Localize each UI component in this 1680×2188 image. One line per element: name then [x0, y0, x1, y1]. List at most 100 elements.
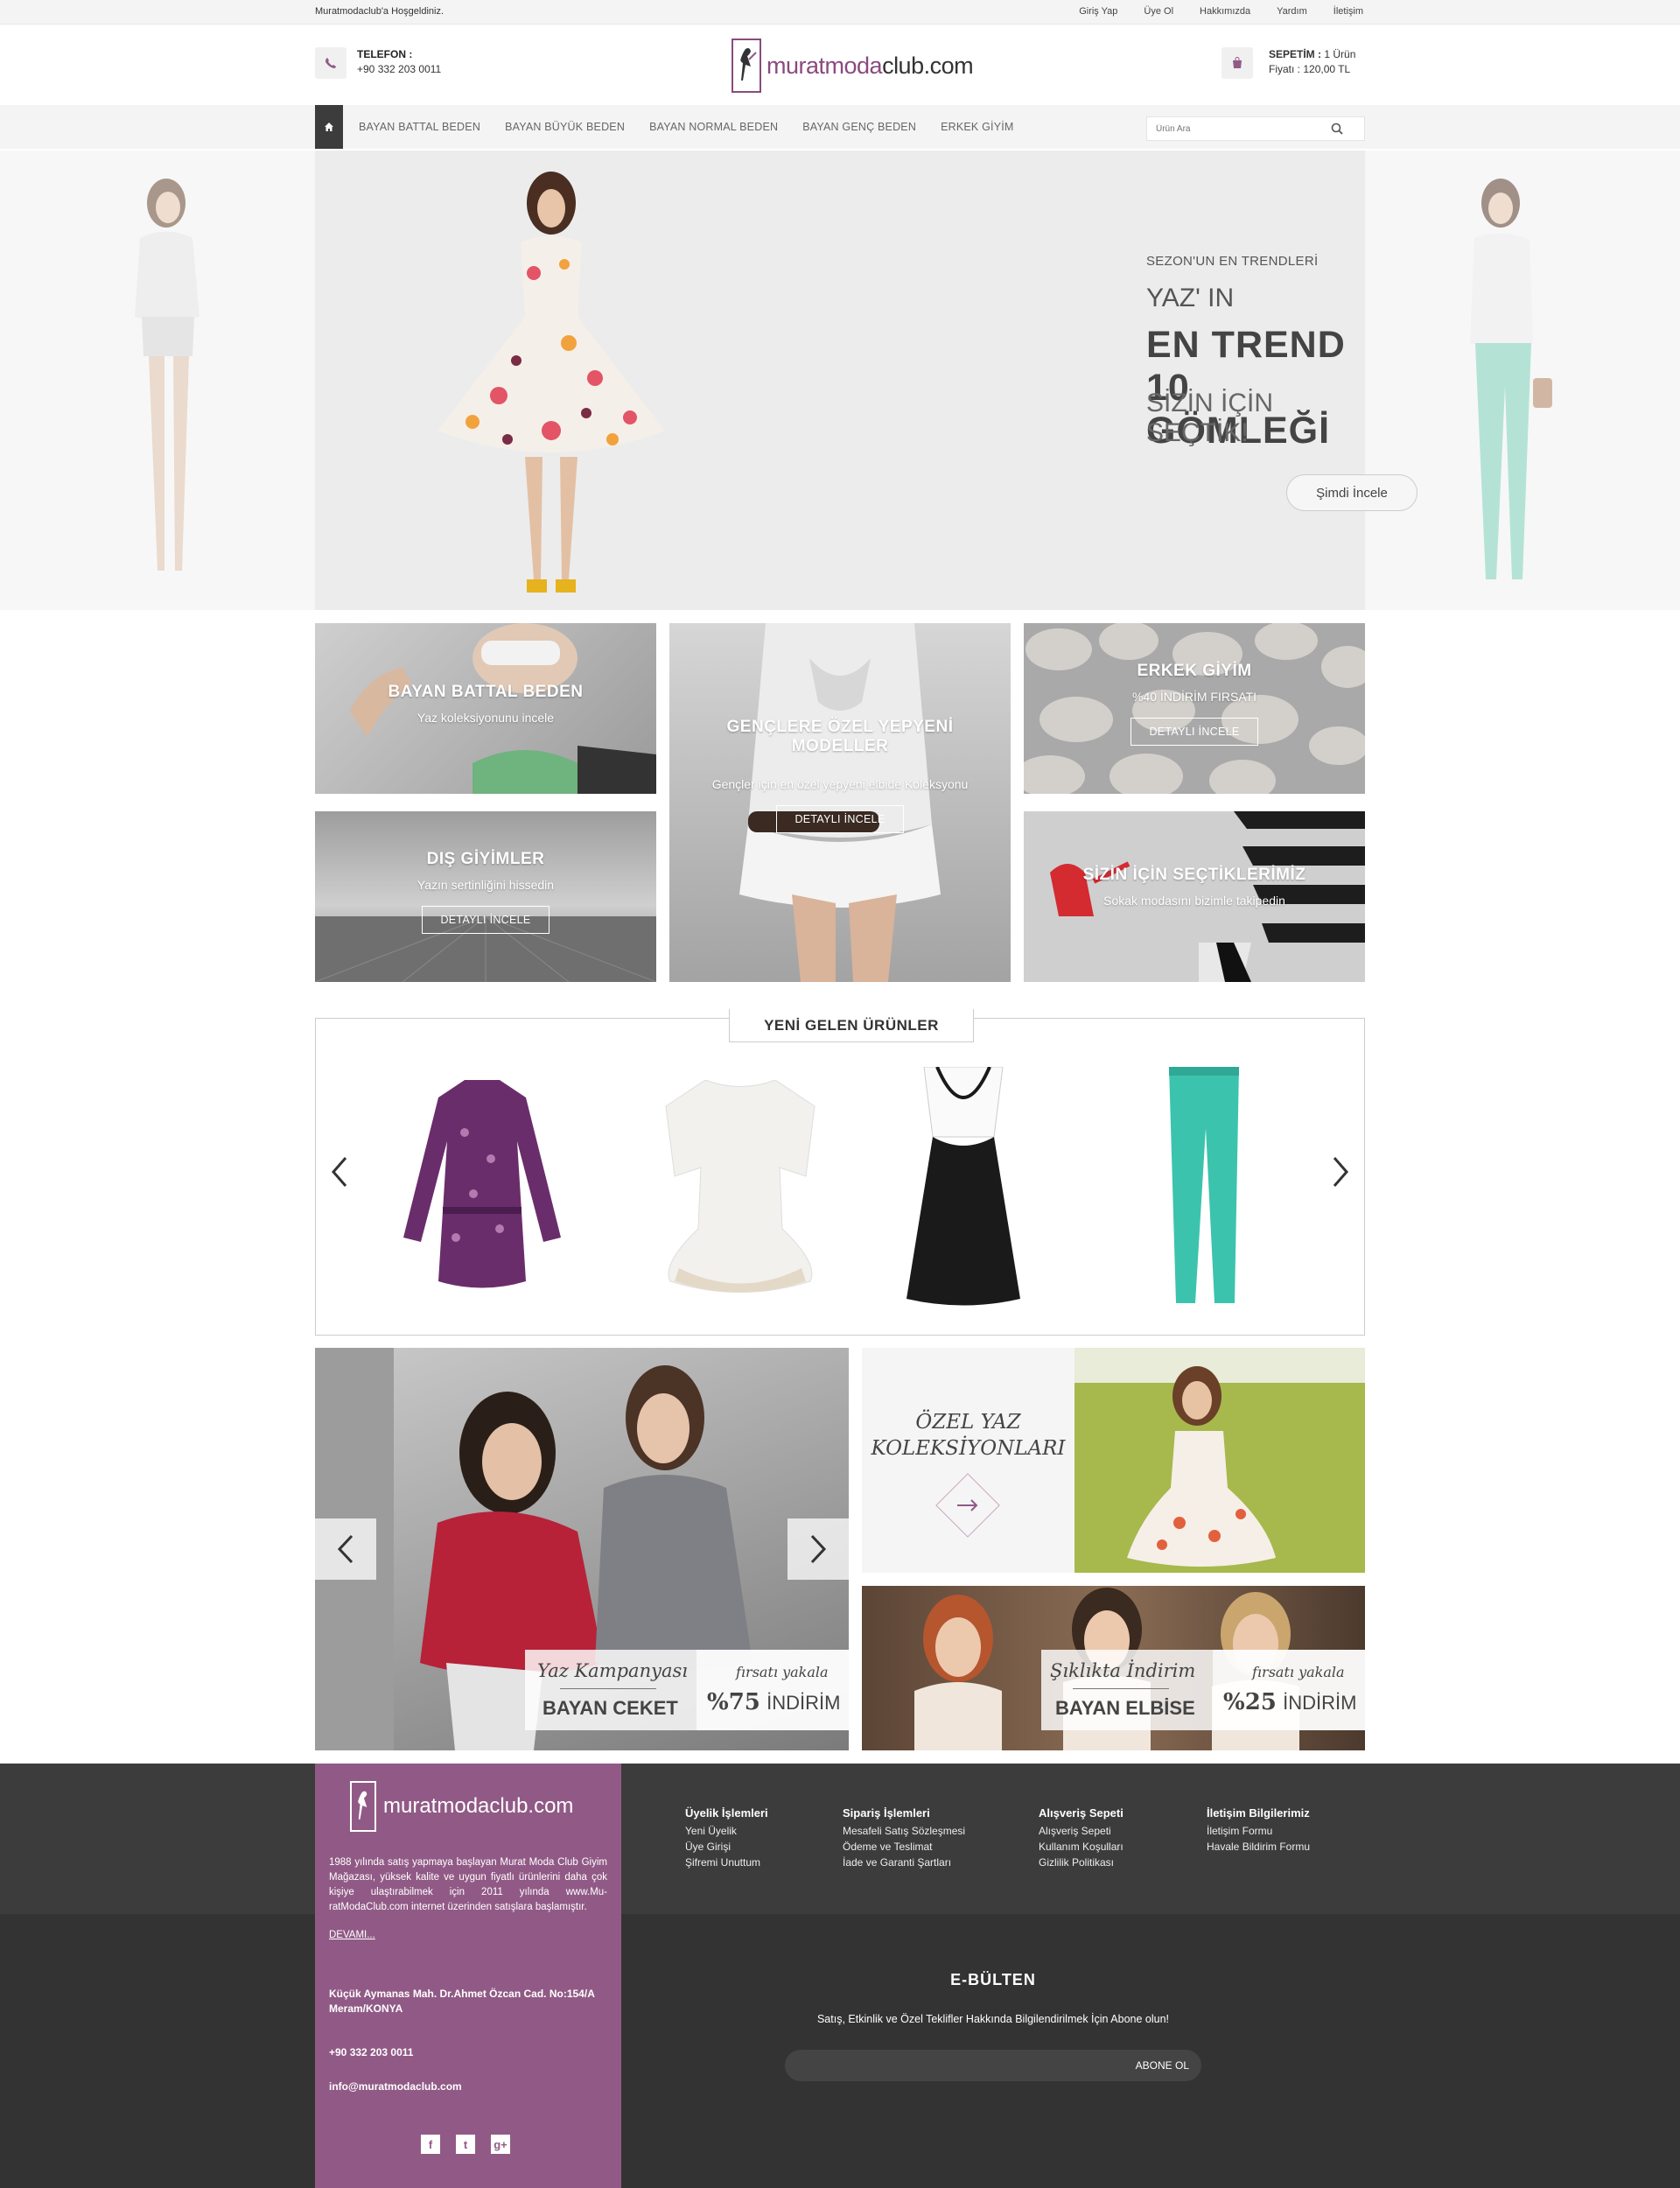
np-next-arrow-icon[interactable] [1331, 1154, 1350, 1196]
tile-secilen[interactable]: SİZİN İÇİN SEÇTİKLERİMİZ Sokak modasını … [1024, 811, 1365, 982]
subscribe-button[interactable]: ABONE OL [1136, 2059, 1189, 2072]
jacket-next-arrow-icon[interactable] [788, 1518, 849, 1580]
footer-col-title: İletişim Bilgilerimiz [1207, 1806, 1310, 1820]
home-icon [325, 123, 333, 131]
tile-genc-title: GENÇLERE ÖZEL YEPYENİ MODELLER [726, 718, 954, 755]
product-purple-dress[interactable] [395, 1080, 570, 1299]
dress-pct: %25 [1223, 1689, 1277, 1715]
logo-text-a: muratmoda [766, 52, 883, 79]
nav-item-buyuk[interactable]: BAYAN BÜYÜK BEDEN [505, 121, 625, 133]
footer-link[interactable]: İade ve Garanti Şartları [843, 1855, 965, 1870]
footer-link[interactable]: Kullanım Koşulları [1039, 1839, 1124, 1855]
tile-dis[interactable]: DIŞ GİYİMLER Yazın sertinliğini hissedin… [315, 811, 656, 982]
search-icon[interactable] [1331, 123, 1343, 135]
footer-col-contact: İletişim Bilgilerimiz İletişim Formu Hav… [1207, 1806, 1310, 1855]
tile-dis-title: DIŞ GİYİMLER [426, 850, 545, 868]
hero-cta-button[interactable]: Şimdi İncele [1286, 474, 1418, 511]
footer-about-panel: muratmodaclub.com 1988 yılında satış yap… [315, 1764, 621, 2188]
tile-genc-sub: Gençler için en özel yepyeni elbide Kole… [711, 777, 969, 791]
login-link[interactable]: Giriş Yap [1079, 6, 1117, 17]
tile-erkek-button[interactable]: DETAYLI İNCELE [1130, 718, 1258, 746]
banner-summer-image [1074, 1348, 1365, 1573]
footer-col-membership: Üyelik İşlemleri Yeni Üyelik Üye Girişi … [685, 1806, 768, 1870]
tile-battal-title: BAYAN BATTAL BEDEN [388, 683, 584, 701]
search-box [1146, 116, 1365, 141]
tile-genc[interactable]: GENÇLERE ÖZEL YEPYENİ MODELLER Gençler i… [669, 623, 1011, 982]
cart-icon[interactable] [1222, 47, 1253, 79]
welcome-text: Muratmodaclub'a Hoşgeldiniz. [315, 6, 444, 17]
footer-link[interactable]: Havale Bildirim Formu [1207, 1839, 1310, 1855]
facebook-icon[interactable]: f [421, 2135, 440, 2154]
nav-item-genc[interactable]: BAYAN GENÇ BEDEN [802, 121, 916, 133]
np-prev-arrow-icon[interactable] [330, 1154, 349, 1196]
cart-summary[interactable]: SEPETİM : 1 Ürün Fiyatı : 120,00 TL [1269, 47, 1355, 77]
cart-count: 1 Ürün [1324, 48, 1356, 60]
product-black-dress[interactable] [902, 1067, 1025, 1308]
footer-link[interactable]: Üye Girişi [685, 1839, 768, 1855]
footer-more-link[interactable]: DEVAMI... [329, 1930, 375, 1940]
tile-genc-button[interactable]: DETAYLI İNCELE [776, 805, 904, 833]
jacket-title: BAYAN CEKET [542, 1697, 678, 1719]
footer-email[interactable]: info@muratmodaclub.com [329, 2080, 462, 2093]
hero-banner: SEZON'UN EN TRENDLERİ YAZ' IN EN TREND 1… [315, 151, 1418, 610]
register-link[interactable]: Üye Ol [1144, 6, 1173, 17]
main-nav: BAYAN BATTAL BEDEN BAYAN BÜYÜK BEDEN BAY… [0, 105, 1680, 149]
tile-secilen-title: SİZİN İÇİN SEÇTİKLERİMİZ [1082, 866, 1306, 884]
footer-link[interactable]: Yeni Üyelik [685, 1823, 768, 1839]
jacket-word: İNDİRİM [766, 1692, 841, 1714]
phone-label: TELEFON : [357, 48, 413, 60]
banner-summer[interactable]: ÖZEL YAZ KOLEKSİYONLARI [862, 1348, 1365, 1573]
search-input[interactable] [1147, 118, 1331, 139]
right-model-image [1470, 179, 1552, 579]
nav-item-erkek[interactable]: ERKEK GİYİM [941, 121, 1013, 133]
footer-col-orders: Sipariş İşlemleri Mesafeli Satış Sözleşm… [843, 1806, 965, 1870]
social-links: f t g+ [421, 2135, 526, 2154]
summer-title: ÖZEL YAZ KOLEKSİYONLARI [871, 1411, 1066, 1460]
product-white-top[interactable] [653, 1080, 828, 1299]
hero-model-image [438, 172, 665, 593]
jacket-pct: %75 [707, 1689, 760, 1715]
bulletin-text: Satış, Etkinlik ve Özel Teklifler Hakkın… [816, 2013, 1170, 2025]
tile-erkek[interactable]: ERKEK GİYİM %40 İNDİRİM FIRSATI DETAYLI … [1024, 623, 1365, 794]
left-model-image [135, 179, 200, 571]
category-menu: BAYAN BATTAL BEDEN BAYAN BÜYÜK BEDEN BAY… [359, 121, 1014, 133]
footer-about-text: 1988 yılında satış yapmaya başlayan Mura… [329, 1857, 607, 1912]
banner-jacket[interactable]: Yaz Kampanyası BAYAN CEKET fırsatı yakal… [315, 1348, 849, 1750]
help-link[interactable]: Yardım [1277, 6, 1307, 17]
about-link[interactable]: Hakkımızda [1200, 6, 1250, 17]
nav-item-normal[interactable]: BAYAN NORMAL BEDEN [649, 121, 778, 133]
footer-link[interactable]: Ödeme ve Teslimat [843, 1839, 965, 1855]
footer-link[interactable]: Mesafeli Satış Sözleşmesi [843, 1823, 965, 1839]
google-plus-icon[interactable]: g+ [491, 2135, 510, 2154]
jacket-chance: fırsatı yakala [736, 1664, 829, 1680]
tile-battal[interactable]: BAYAN BATTAL BEDEN Yaz koleksiyonunu inc… [315, 623, 656, 794]
footer-phone: +90 332 203 0011 [329, 2046, 414, 2058]
tile-dis-button[interactable]: DETAYLI İNCELE [422, 906, 550, 934]
footer-logo[interactable]: muratmodaclub.com [350, 1781, 573, 1832]
footer-link[interactable]: İletişim Formu [1207, 1823, 1310, 1839]
product-turquoise-jeans[interactable] [1160, 1067, 1248, 1308]
phone-block: TELEFON : +90 332 203 0011 [357, 47, 441, 77]
footer-link[interactable]: Alışveriş Sepeti [1039, 1823, 1124, 1839]
tile-secilen-sub: Sokak modasını bizimle takipedin [1103, 894, 1285, 908]
footer-link[interactable]: Şifremi Unuttum [685, 1855, 768, 1870]
top-links: Giriş Yap Üye Ol Hakkımızda Yardım İleti… [1079, 6, 1363, 17]
phone-number: +90 332 203 0011 [357, 63, 442, 75]
footer-link[interactable]: Gizlilik Politikası [1039, 1855, 1124, 1870]
home-button[interactable] [315, 105, 343, 149]
jacket-script: Yaz Kampanyası [537, 1660, 688, 1681]
footer-col-title: Sipariş İşlemleri [843, 1806, 930, 1820]
hero-subtitle: SEZON'UN EN TRENDLERİ [1146, 254, 1319, 269]
top-bar: Muratmodaclub'a Hoşgeldiniz. Giriş Yap Ü… [0, 0, 1680, 25]
nav-item-battal[interactable]: BAYAN BATTAL BEDEN [359, 121, 480, 133]
twitter-icon[interactable]: t [456, 2135, 475, 2154]
bulletin-email-input[interactable] [797, 2055, 1086, 2076]
jacket-prev-arrow-icon[interactable] [315, 1518, 376, 1580]
tile-erkek-title: ERKEK GİYİM [1137, 662, 1252, 680]
banner-dress[interactable]: Şıklıkta İndirim BAYAN ELBİSE fırsatı ya… [862, 1586, 1365, 1750]
tile-dis-sub: Yazın sertinliğini hissedin [416, 878, 555, 892]
contact-link[interactable]: İletişim [1334, 6, 1363, 17]
dress-script: Şıklıkta İndirim [1050, 1660, 1196, 1681]
footer-logo-icon [350, 1781, 376, 1832]
site-logo[interactable]: muratmodaclub.com [732, 39, 974, 93]
